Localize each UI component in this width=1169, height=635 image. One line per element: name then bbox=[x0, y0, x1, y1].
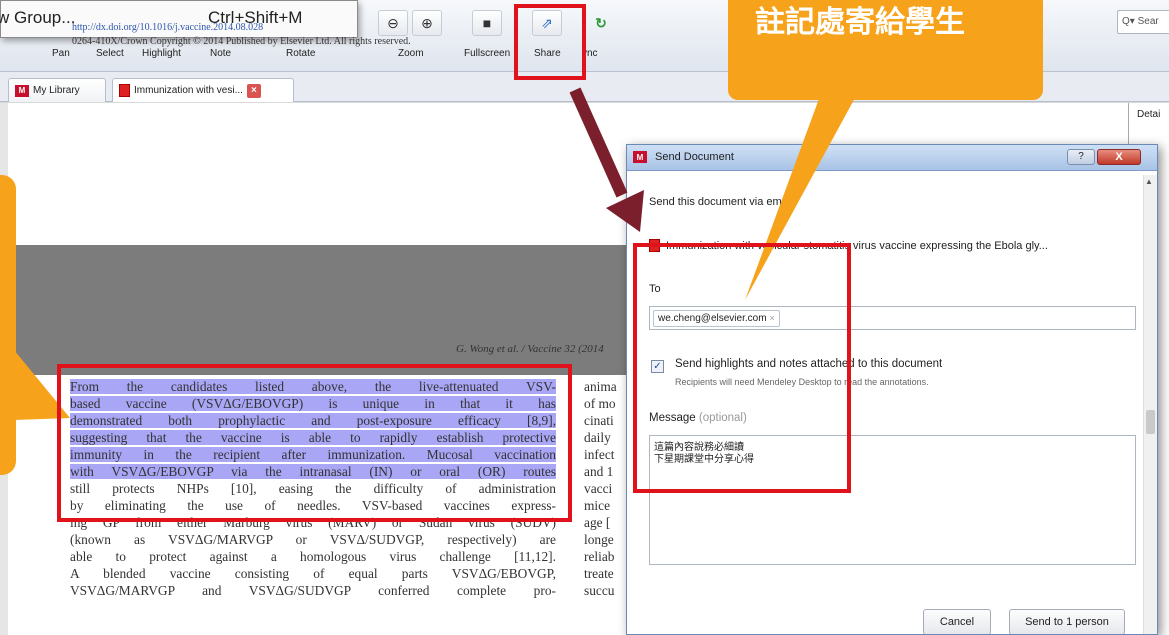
annotation-arrows bbox=[14, 87, 856, 420]
arrow-shaft bbox=[569, 87, 628, 198]
arrow-head bbox=[606, 190, 644, 232]
highlight-text-box bbox=[57, 364, 572, 522]
left-callout-bubble bbox=[0, 175, 16, 475]
dialog-highlight-box bbox=[633, 243, 851, 493]
callout-text: 註記處寄給學生 bbox=[755, 6, 965, 39]
share-highlight-box bbox=[514, 4, 586, 80]
